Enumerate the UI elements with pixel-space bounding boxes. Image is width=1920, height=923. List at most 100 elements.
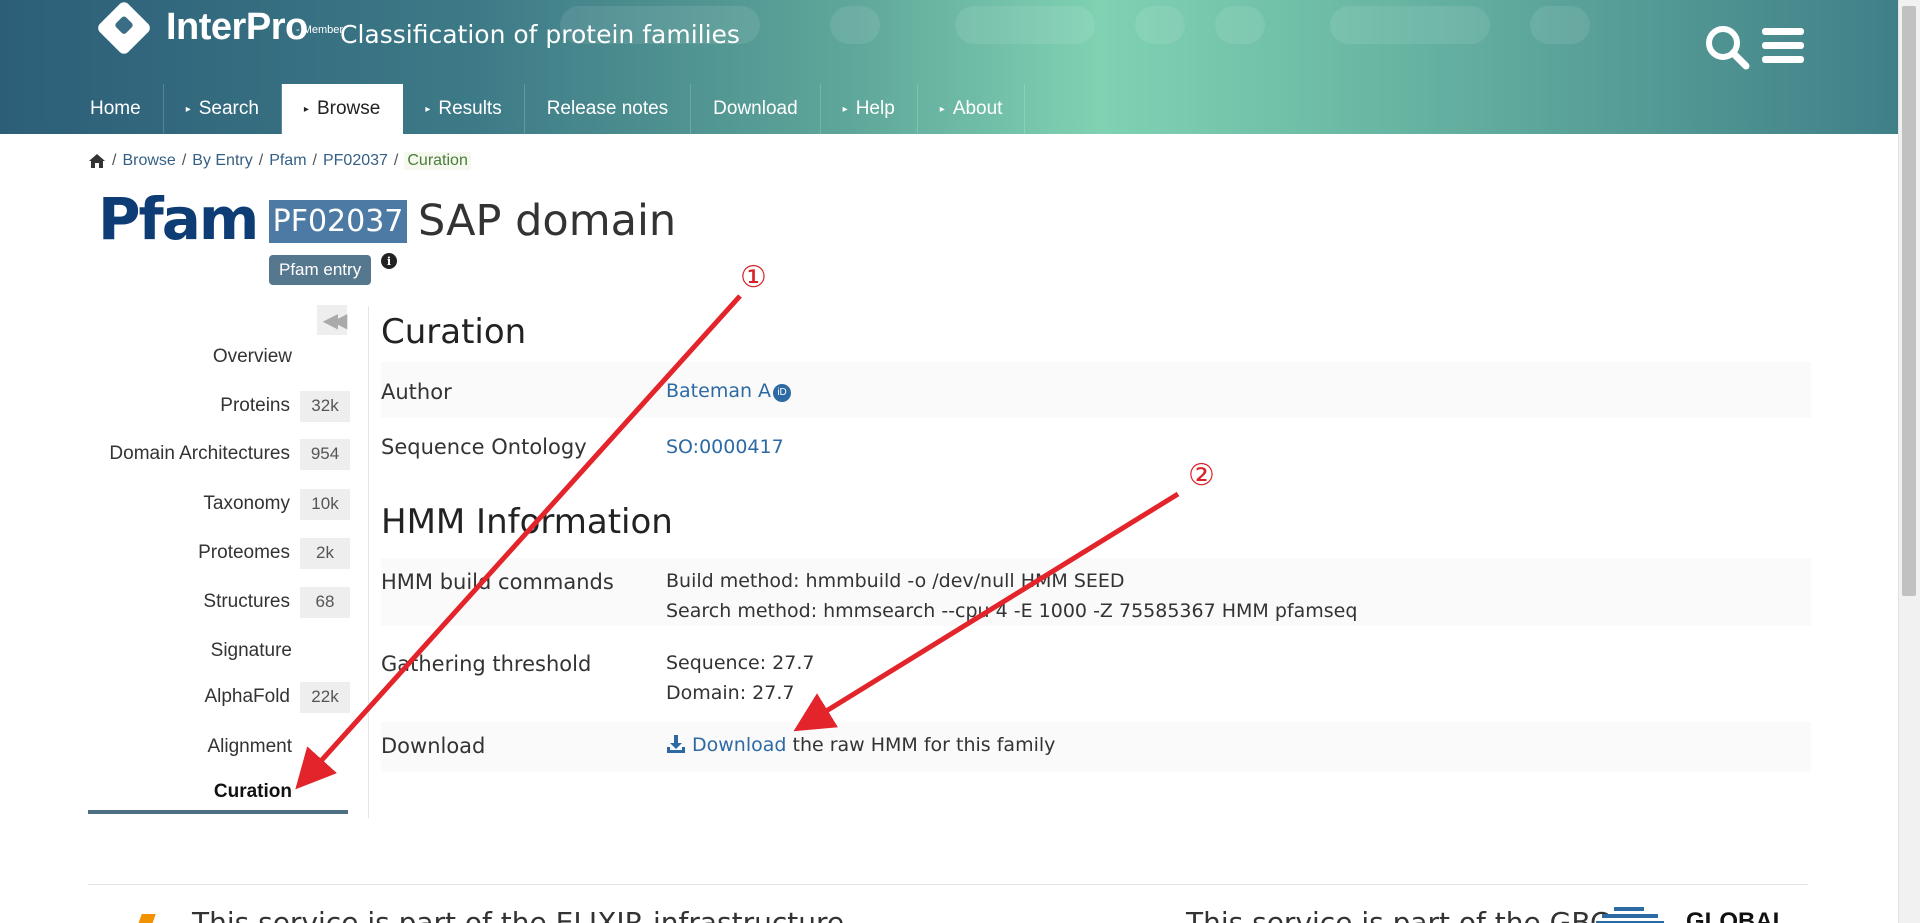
sidebar-item-label: Structures xyxy=(203,591,290,612)
count-badge: 68 xyxy=(300,586,350,618)
nav-help[interactable]: ▸ Help xyxy=(821,84,918,134)
nav-label: Download xyxy=(713,98,798,119)
sidebar-item-structures[interactable]: Structures 68 xyxy=(203,585,350,619)
gbc-logo-icon[interactable] xyxy=(1596,905,1666,923)
entry-type-badge: Pfam entry xyxy=(269,255,372,285)
brand-title[interactable]: InterPro xyxy=(166,6,308,49)
author-label: Author xyxy=(381,380,452,404)
nav-download[interactable]: Download xyxy=(691,84,821,134)
count-badge: 22k xyxy=(300,681,350,713)
annotation-marker-2: ② xyxy=(1188,458,1215,493)
nav-label: About xyxy=(952,98,1003,119)
download-label: Download xyxy=(381,734,486,758)
info-icon[interactable]: i xyxy=(381,253,397,269)
nav-label: Help xyxy=(855,98,895,119)
sidebar-item-label: AlphaFold xyxy=(204,686,290,707)
nav-browse[interactable]: ▸ Browse xyxy=(281,84,404,134)
active-tab-underline xyxy=(88,810,348,814)
hmm-heading: HMM Information xyxy=(381,502,673,542)
gathering-threshold-label: Gathering threshold xyxy=(381,652,592,676)
download-icon[interactable] xyxy=(666,734,686,754)
sidebar-item-label: Domain Architectures xyxy=(109,443,290,464)
sidebar-item-curation[interactable]: Curation xyxy=(214,775,292,809)
nav-arrow-icon: ▸ xyxy=(185,103,191,115)
home-icon[interactable] xyxy=(88,153,106,169)
sidebar-item-label: Overview xyxy=(212,346,292,367)
count-badge: 32k xyxy=(300,390,350,422)
orcid-icon[interactable]: iD xyxy=(773,384,792,402)
brand-subtitle: Classification of protein families xyxy=(340,20,740,49)
gathering-threshold-value: Sequence: 27.7 Domain: 27.7 xyxy=(666,648,814,708)
sequence-ontology-label: Sequence Ontology xyxy=(381,435,587,459)
count-badge: 2k xyxy=(300,537,350,569)
threshold-domain: Domain: 27.7 xyxy=(666,682,795,704)
nav-arrow-icon: ▸ xyxy=(303,103,309,115)
elixir-logo-icon[interactable] xyxy=(138,914,156,923)
pfam-logo: Pfam xyxy=(98,185,259,253)
brand-member-label: - Member xyxy=(296,24,344,36)
sidebar-item-domain-architectures[interactable]: Domain Architectures 954 xyxy=(109,437,350,471)
sidebar-item-label: Alignment xyxy=(207,736,293,757)
sequence-ontology-link[interactable]: SO:0000417 xyxy=(666,436,784,458)
search-method-text: Search method: hmmsearch --cpu 4 -E 1000… xyxy=(666,600,1358,622)
author-value: Bateman AiD xyxy=(666,376,792,406)
nav-about[interactable]: ▸ About xyxy=(918,84,1026,134)
interpro-logo-icon[interactable] xyxy=(95,0,153,57)
page-title: SAP domain xyxy=(418,196,677,246)
breadcrumb-link[interactable]: By Entry xyxy=(192,152,252,170)
footer-divider xyxy=(88,884,1808,885)
author-link[interactable]: Bateman A xyxy=(666,380,771,402)
breadcrumb-separator: / xyxy=(112,152,117,169)
breadcrumb-current: Curation xyxy=(404,152,471,170)
breadcrumb-separator: / xyxy=(393,152,399,169)
masthead: InterPro - Member Classification of prot… xyxy=(0,0,1898,134)
breadcrumb-link[interactable]: Pfam xyxy=(269,152,306,170)
sidebar-item-label: Signature xyxy=(210,640,292,661)
nav-label: Search xyxy=(198,98,259,119)
nav-label: Release notes xyxy=(546,98,669,119)
sequence-ontology-value: SO:0000417 xyxy=(666,432,784,462)
nav-home[interactable]: Home xyxy=(74,84,164,134)
nav-label: Results xyxy=(438,98,502,119)
build-method-text: Build method: hmmbuild -o /dev/null HMM … xyxy=(666,570,1125,592)
sidebar-item-label: Proteins xyxy=(220,395,290,416)
nav-arrow-icon: ▸ xyxy=(939,103,945,115)
sidebar-item-proteins[interactable]: Proteins 32k xyxy=(220,389,350,423)
sidebar-item-overview[interactable]: Overview xyxy=(213,340,292,374)
breadcrumb-link[interactable]: PF02037 xyxy=(323,152,388,170)
collapse-sidebar-button[interactable]: ◀◀ xyxy=(317,305,347,335)
hmm-build-value: Build method: hmmbuild -o /dev/null HMM … xyxy=(666,566,1357,626)
sidebar-item-proteomes[interactable]: Proteomes 2k xyxy=(198,536,350,570)
scrollbar-thumb[interactable] xyxy=(1902,6,1916,596)
breadcrumb-link[interactable]: Browse xyxy=(122,152,175,170)
breadcrumb-separator: / xyxy=(181,152,187,169)
main-nav: Home ▸ Search ▸ Browse ▸ Results Release notes D… xyxy=(74,84,1026,134)
nav-label: Home xyxy=(90,98,141,119)
count-badge: 10k xyxy=(300,488,350,520)
download-row xyxy=(381,722,1811,772)
sidebar-divider xyxy=(368,306,369,818)
sidebar-item-taxonomy[interactable]: Taxonomy 10k xyxy=(203,487,350,521)
hmm-build-label: HMM build commands xyxy=(381,570,614,594)
gbc-logo-text: GLOBAL xyxy=(1686,908,1788,923)
sidebar-item-signature[interactable]: Signature xyxy=(211,634,292,668)
sidebar-item-label: Taxonomy xyxy=(203,493,290,514)
search-icon[interactable] xyxy=(1704,24,1750,70)
nav-arrow-icon: ▸ xyxy=(425,103,431,115)
download-hmm-link[interactable]: Download xyxy=(692,734,786,756)
hamburger-menu-icon[interactable] xyxy=(1762,28,1804,64)
threshold-sequence: Sequence: 27.7 xyxy=(666,652,815,674)
sidebar-item-alignment[interactable]: Alignment xyxy=(208,730,293,764)
breadcrumb-separator: / xyxy=(258,152,264,169)
download-value: Download the raw HMM for this family xyxy=(666,730,1055,760)
sidebar-item-label: Proteomes xyxy=(198,542,290,563)
sidebar-item-alphafold[interactable]: AlphaFold 22k xyxy=(204,680,350,714)
breadcrumb: / Browse / By Entry / Pfam / PF02037 / Curation xyxy=(88,152,471,170)
nav-release-notes[interactable]: Release notes xyxy=(525,84,692,134)
nav-results[interactable]: ▸ Results xyxy=(403,84,525,134)
nav-search[interactable]: ▸ Search xyxy=(164,84,282,134)
accession-badge: PF02037 xyxy=(269,200,407,243)
sidebar-item-label: Curation xyxy=(213,781,292,802)
annotation-marker-1: ① xyxy=(740,260,767,295)
elixir-footer-text: This service is part of the ELIXIR infra… xyxy=(192,906,845,923)
